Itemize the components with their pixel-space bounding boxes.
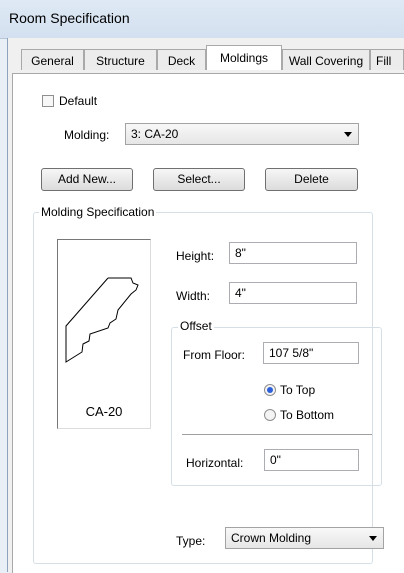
- title-bar: Room Specification: [0, 0, 404, 39]
- tab-structure[interactable]: Structure: [84, 49, 157, 70]
- from-floor-label: From Floor:: [183, 348, 246, 362]
- tab-moldings[interactable]: Moldings: [206, 45, 282, 70]
- offset-divider: [182, 434, 372, 435]
- default-checkbox[interactable]: [42, 95, 54, 107]
- select-button[interactable]: Select...: [153, 168, 245, 191]
- preview-caption: CA-20: [85, 404, 123, 419]
- type-label: Type:: [176, 534, 206, 548]
- molding-select[interactable]: 3: CA-20: [125, 123, 359, 145]
- to-bottom-label: To Bottom: [280, 408, 335, 422]
- to-bottom-radio[interactable]: [264, 409, 276, 421]
- horizontal-field[interactable]: 0": [264, 449, 359, 471]
- height-field[interactable]: 8": [229, 242, 357, 264]
- tab-wall-covering[interactable]: Wall Covering: [282, 49, 370, 70]
- chevron-down-icon: [344, 132, 352, 137]
- type-select[interactable]: Crown Molding: [225, 527, 384, 549]
- offset-legend: Offset: [178, 319, 214, 333]
- delete-button[interactable]: Delete: [265, 168, 358, 191]
- add-new-button[interactable]: Add New...: [41, 168, 133, 191]
- tab-deck[interactable]: Deck: [157, 49, 206, 70]
- to-top-radio[interactable]: [264, 384, 276, 396]
- width-label: Width:: [176, 289, 211, 303]
- molding-select-value: 3: CA-20: [131, 127, 179, 141]
- from-floor-field[interactable]: 107 5/8": [263, 342, 359, 364]
- horizontal-label: Horizontal:: [186, 456, 244, 470]
- height-label: Height:: [176, 249, 215, 263]
- default-checkbox-label: Default: [59, 94, 98, 108]
- molding-preview: CA-20: [57, 239, 151, 429]
- molding-profile-icon: [65, 277, 139, 363]
- window-title: Room Specification: [9, 10, 130, 26]
- to-top-label: To Top: [280, 383, 316, 397]
- chevron-down-icon: [369, 536, 377, 541]
- molding-label: Molding:: [64, 128, 110, 142]
- tab-fill[interactable]: Fill: [370, 49, 404, 70]
- type-select-value: Crown Molding: [231, 531, 312, 545]
- molding-specification-legend: Molding Specification: [39, 205, 157, 219]
- tab-general[interactable]: General: [21, 49, 84, 70]
- width-field[interactable]: 4": [229, 282, 357, 304]
